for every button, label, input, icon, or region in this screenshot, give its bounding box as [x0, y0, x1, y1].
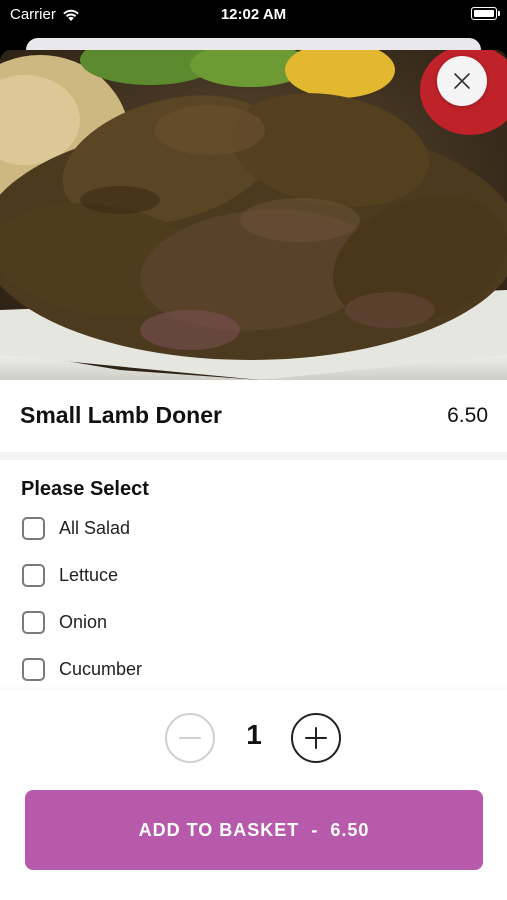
option-label: Onion — [59, 611, 108, 632]
checkbox[interactable] — [22, 657, 45, 681]
close-icon — [454, 73, 470, 89]
product-image — [0, 50, 507, 380]
option-label: All Salad — [59, 517, 131, 538]
quantity-value: 1 — [246, 719, 262, 750]
option-cucumber[interactable]: Cucumber — [22, 656, 142, 682]
battery-icon — [471, 7, 500, 20]
add-to-basket-label: ADD TO BASKET — [138, 819, 300, 840]
add-to-basket-price: 6.50 — [330, 819, 370, 840]
options-heading: Please Select — [21, 478, 149, 500]
section-divider — [0, 452, 507, 460]
option-all-salad[interactable]: All Salad — [22, 515, 130, 541]
add-to-basket-button[interactable]: ADD TO BASKET - 6.50 — [25, 790, 483, 870]
product-header: Small Lamb Doner 6.50 — [0, 380, 507, 452]
checkbox[interactable] — [22, 563, 45, 587]
plus-icon — [305, 727, 327, 749]
product-sheet: Small Lamb Doner 6.50 Please Select All … — [0, 50, 507, 900]
minus-icon — [179, 737, 201, 739]
product-title: Small Lamb Doner — [20, 402, 222, 428]
option-label: Cucumber — [59, 658, 143, 679]
checkbox[interactable] — [22, 610, 45, 634]
order-footer: 1 ADD TO BASKET - 6.50 — [0, 690, 507, 900]
clock: 12:02 AM — [220, 6, 287, 23]
checkbox[interactable] — [22, 516, 45, 540]
quantity-stepper: 1 — [0, 713, 507, 763]
option-label: Lettuce — [59, 564, 119, 585]
cta-separator: - — [311, 819, 319, 840]
decrease-quantity-button[interactable] — [165, 713, 215, 763]
product-price: 6.50 — [447, 404, 488, 427]
option-onion[interactable]: Onion — [22, 609, 107, 635]
status-bar: Carrier 12:02 AM — [0, 0, 507, 30]
increase-quantity-button[interactable] — [291, 713, 341, 763]
close-button[interactable] — [437, 56, 487, 106]
option-lettuce[interactable]: Lettuce — [22, 562, 118, 588]
